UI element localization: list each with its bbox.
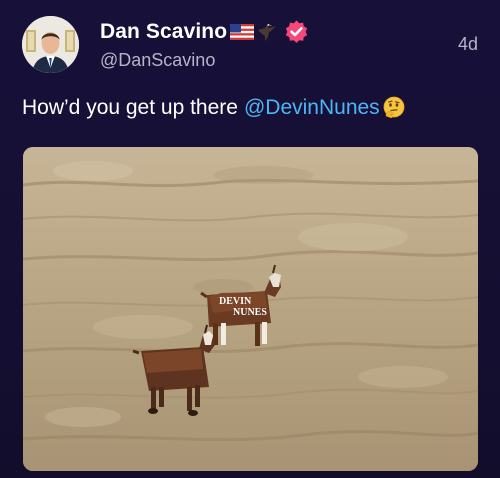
author-display-name[interactable]: Dan Scavino xyxy=(100,20,227,44)
mention-link[interactable]: @DevinNunes xyxy=(244,96,380,120)
tweet-text: How’d you get up there @DevinNunes xyxy=(22,96,406,120)
tweet-media-image[interactable]: DEVIN NUNES xyxy=(23,147,478,471)
us-flag-icon xyxy=(230,24,255,40)
avatar-image xyxy=(22,16,79,73)
cliff-goats-photo: DEVIN NUNES xyxy=(23,147,478,471)
tweet-card[interactable]: Dan Scavino @DanScavino 4d How’d you get… xyxy=(0,0,500,478)
author-name-row: Dan Scavino xyxy=(100,18,310,46)
thinking-face-icon xyxy=(383,96,405,119)
goat-label-line1: DEVIN xyxy=(219,296,252,307)
avatar[interactable] xyxy=(22,16,79,73)
tweet-timestamp[interactable]: 4d xyxy=(458,34,478,55)
author-handle[interactable]: @DanScavino xyxy=(100,50,215,71)
goat-label-line2: NUNES xyxy=(233,307,267,318)
verified-badge-icon xyxy=(285,20,308,43)
eagle-icon xyxy=(258,24,277,41)
tweet-body-text: How’d you get up there xyxy=(22,96,238,119)
